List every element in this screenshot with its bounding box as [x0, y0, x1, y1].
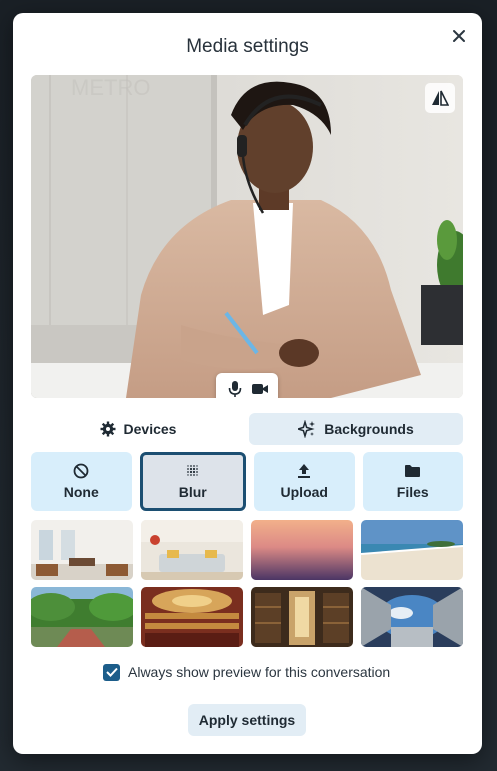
option-upload[interactable]: Upload [254, 452, 355, 511]
gear-icon [100, 421, 116, 437]
option-blur[interactable]: Blur [139, 452, 246, 511]
thumbnail-space-station[interactable] [361, 587, 463, 647]
sparkle-icon [298, 420, 316, 438]
tab-backgrounds[interactable]: Backgrounds [249, 413, 463, 445]
svg-text:METRO: METRO [71, 75, 150, 100]
thumbnail-beach[interactable] [361, 520, 463, 580]
media-settings-dialog: Media settings METRO Devices Backgrounds… [13, 13, 482, 754]
apply-settings-button[interactable]: Apply settings [188, 704, 306, 736]
option-none-label: None [63, 484, 99, 500]
option-files-label: Files [396, 484, 429, 500]
mirror-flip-icon [432, 90, 449, 106]
option-blur-label: Blur [178, 484, 207, 500]
preview-image: METRO [31, 75, 463, 398]
tab-backgrounds-label: Backgrounds [324, 421, 414, 437]
checkmark-icon [105, 667, 118, 677]
dialog-title: Media settings [186, 36, 309, 57]
preview-preference[interactable]: Always show preview for this conversatio… [103, 662, 390, 682]
blur-icon [186, 465, 198, 476]
tab-devices-label: Devices [123, 421, 177, 437]
thumbnail-library[interactable] [251, 587, 353, 647]
preview-preference-label: Always show preview for this conversatio… [128, 664, 391, 680]
preview-checkbox[interactable] [103, 663, 120, 681]
option-none[interactable]: None [31, 452, 132, 511]
background-thumbnails [31, 520, 463, 647]
close-icon [453, 30, 465, 42]
mirror-button[interactable] [425, 83, 455, 113]
option-files[interactable]: Files [362, 452, 463, 511]
camera-icon [251, 384, 268, 394]
camera-preview: METRO [31, 75, 463, 398]
camera-button[interactable] [249, 378, 271, 398]
av-controls [216, 373, 278, 398]
background-options: None Blur Upload Files [31, 452, 463, 511]
microphone-button[interactable] [224, 378, 246, 398]
thumbnail-theater[interactable] [141, 587, 243, 647]
thumbnail-office-room[interactable] [31, 520, 133, 580]
settings-tabs: Devices Backgrounds [31, 413, 463, 445]
tab-devices[interactable]: Devices [31, 413, 245, 445]
folder-icon [405, 465, 421, 477]
none-icon [73, 463, 89, 479]
thumbnail-tropical-bridge[interactable] [31, 587, 133, 647]
microphone-icon [228, 381, 241, 397]
thumbnail-living-room[interactable] [141, 520, 243, 580]
upload-icon [298, 464, 311, 478]
thumbnail-sunset-gradient[interactable] [251, 520, 353, 580]
option-upload-label: Upload [280, 484, 328, 500]
close-button[interactable] [448, 25, 470, 47]
